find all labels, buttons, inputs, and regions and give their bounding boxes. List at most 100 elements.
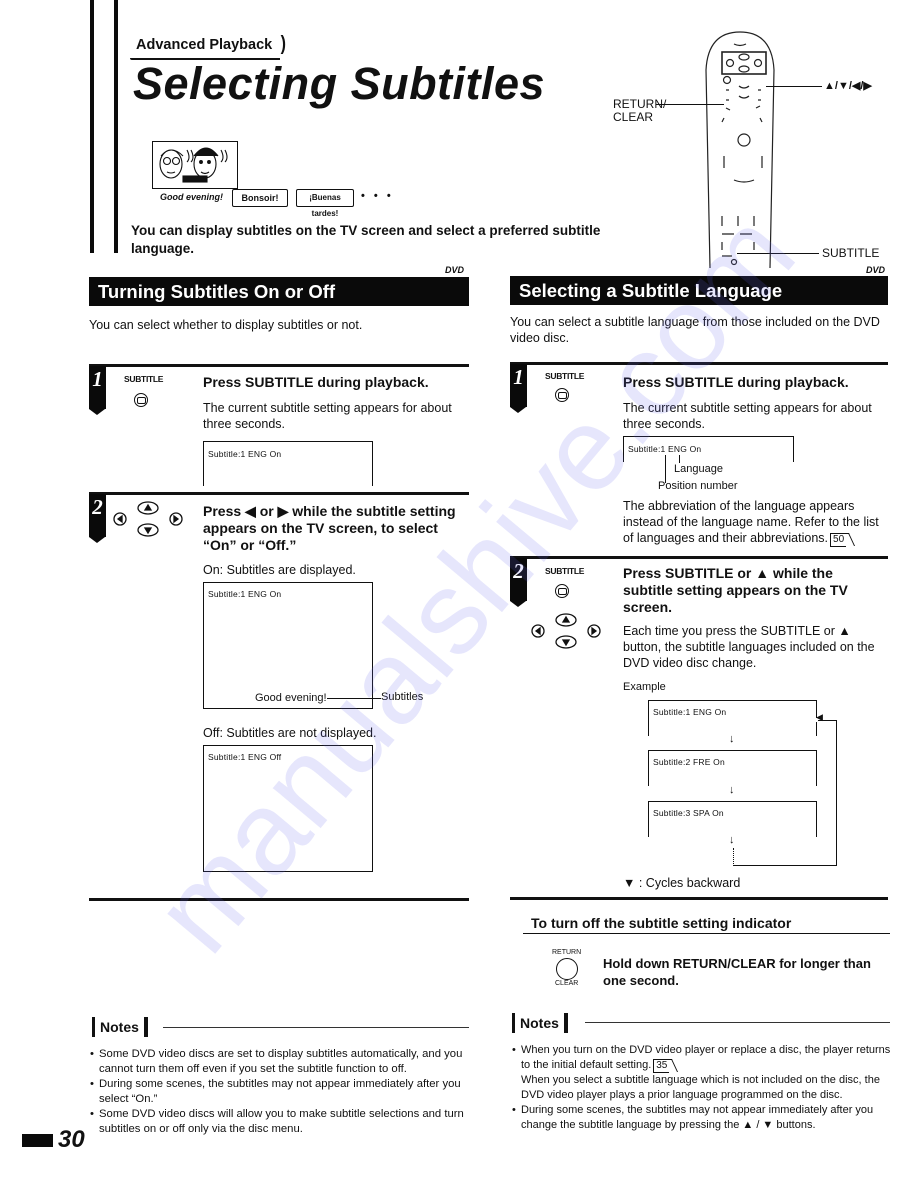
subtitle-bubble-english: Good evening! xyxy=(160,192,223,202)
osd-text: Subtitle:1 ENG On xyxy=(208,589,282,599)
step-heading: Press SUBTITLE during playback. xyxy=(623,374,849,390)
step-body: The current subtitle setting appears for… xyxy=(623,401,872,431)
subtitle-callout-line xyxy=(737,253,819,255)
step-heading: Press SUBTITLE or ▲ while the subtitle s… xyxy=(623,565,848,615)
subtitle-bubble-french: Bonsoir! xyxy=(232,189,288,207)
people-drawing xyxy=(159,147,228,183)
tv-screen-off: Subtitle:1 ENG Off xyxy=(203,745,373,872)
language-callout-line xyxy=(679,455,680,463)
indicator-heading: To turn off the subtitle setting indicat… xyxy=(531,915,792,931)
example-label: Example xyxy=(623,681,666,693)
notes-list: Some DVD video discs are set to display … xyxy=(90,1047,470,1137)
page-number-bar xyxy=(22,1134,53,1147)
page-number: 30 xyxy=(58,1126,85,1153)
tv-screen-display: Subtitle:1 ENG On xyxy=(623,436,794,462)
section-intro-right: You can select a subtitle language from … xyxy=(510,315,880,345)
step-number-badge: 1 xyxy=(510,364,527,413)
page-title: Selecting Subtitles xyxy=(133,58,546,109)
intro-text: You can display subtitles on the TV scre… xyxy=(131,223,601,256)
notes-list: When you turn on the DVD video player or… xyxy=(512,1043,896,1133)
cycle-loop-line xyxy=(733,720,837,866)
page-reference[interactable]: 35 xyxy=(653,1059,670,1073)
note-item: Some DVD video discs will allow you to m… xyxy=(90,1107,470,1137)
return-button-label-bottom: CLEAR xyxy=(555,980,579,987)
note-item: During some scenes, the subtitles may no… xyxy=(512,1103,896,1133)
note-item: Some DVD video discs are set to display … xyxy=(90,1047,470,1077)
notes-rule xyxy=(585,1022,890,1024)
section-intro-left: You can select whether to display subtit… xyxy=(89,318,363,332)
subtitle-button-icon xyxy=(555,388,569,402)
osd-text: Subtitle:1 ENG On xyxy=(208,449,282,459)
subtitle-callout-label: SUBTITLE xyxy=(822,246,880,260)
subtitles-callout-label: Subtitles xyxy=(381,691,424,703)
remote-control-illustration xyxy=(700,30,780,270)
tv-scene-illustration xyxy=(152,141,238,189)
indicator-heading-rule xyxy=(523,933,890,935)
on-caption: On: Subtitles are displayed. xyxy=(203,563,356,577)
step-number-badge: 2 xyxy=(510,558,527,607)
step-explanation: The abbreviation of the language appears… xyxy=(623,498,891,547)
note-item: When you turn on the DVD video player or… xyxy=(512,1043,896,1103)
dpad-icon xyxy=(112,500,184,538)
dvd-badge-left: DVD xyxy=(445,265,465,275)
osd-text: Subtitle:1 ENG Off xyxy=(208,752,282,762)
page-reference[interactable]: 50 xyxy=(830,533,847,547)
return-label-line2: CLEAR xyxy=(613,110,654,124)
step-body: The current subtitle setting appears for… xyxy=(203,401,452,431)
notes-label: Notes xyxy=(512,1013,568,1033)
arrows-callout-line xyxy=(766,86,822,88)
step-body: Each time you press the SUBTITLE or ▲ bu… xyxy=(623,624,875,670)
margin-bar-outer xyxy=(90,0,94,253)
position-callout-label: Position number xyxy=(658,480,738,492)
ellipsis: • • • xyxy=(361,190,394,202)
indicator-instruction: Hold down RETURN/CLEAR for longer than o… xyxy=(603,956,871,988)
section-end-divider xyxy=(510,897,888,900)
subtitle-button-label: SUBTITLE xyxy=(545,371,585,381)
subtitles-callout-line xyxy=(327,698,381,700)
osd-text: Subtitle:1 ENG On xyxy=(628,444,702,454)
step-divider xyxy=(89,364,469,367)
dpad-icon xyxy=(530,612,602,650)
notes-label: Notes xyxy=(92,1017,148,1037)
subtitle-button-label: SUBTITLE xyxy=(545,566,585,576)
osd-text: Subtitle:2 FRE On xyxy=(653,757,725,767)
subtitle-bubble-spanish: ¡Buenas tardes! xyxy=(296,189,354,218)
osd-text: Subtitle:1 ENG On xyxy=(653,707,727,717)
subtitle-button-icon xyxy=(134,393,148,407)
tv-screen-on: Subtitle:1 ENG On Good evening! xyxy=(203,582,373,709)
step-number-badge: 2 xyxy=(89,494,106,543)
section-end-divider xyxy=(89,898,469,901)
return-clear-button-icon xyxy=(556,958,578,980)
step-number-badge: 1 xyxy=(89,366,106,415)
margin-bar-inner xyxy=(114,0,118,253)
cycle-dotted-line xyxy=(733,848,734,866)
osd-text: Subtitle:3 SPA On xyxy=(653,808,724,818)
return-clear-callout-label: RETURN/ CLEAR xyxy=(613,98,666,124)
subtitle-button-label: SUBTITLE xyxy=(124,374,164,384)
breadcrumb: Advanced Playback xyxy=(136,37,273,53)
subtitle-button-icon xyxy=(555,584,569,598)
loop-arrowhead-icon: ◀ xyxy=(816,712,823,722)
note-item: During some scenes, the subtitles may no… xyxy=(90,1077,470,1107)
step-divider xyxy=(510,362,888,365)
position-callout-line xyxy=(665,455,667,483)
breadcrumb-tab-edge: ) xyxy=(280,33,287,55)
step-heading: Press SUBTITLE during playback. xyxy=(203,374,429,390)
note-text: When you turn on the DVD video player or… xyxy=(521,1044,891,1071)
cycle-loop-mask xyxy=(733,718,818,722)
cycle-backward-note: ▼ : Cycles backward xyxy=(623,876,741,890)
section-title-right: Selecting a Subtitle Language xyxy=(510,276,888,305)
notes-rule xyxy=(163,1027,469,1029)
tv-screen-display: Subtitle:1 ENG On xyxy=(203,441,373,486)
arrows-callout-label: ▲/▼/◀/▶ xyxy=(824,80,872,92)
sample-subtitle: Good evening! xyxy=(255,692,327,704)
step-heading: Press ◀ or ▶ while the subtitle setting … xyxy=(203,503,456,553)
section-title-left: Turning Subtitles On or Off xyxy=(89,277,469,306)
language-callout-label: Language xyxy=(674,463,723,475)
step-divider xyxy=(510,556,888,559)
step-divider xyxy=(89,492,469,495)
note-text-extra: When you select a subtitle language whic… xyxy=(521,1074,880,1101)
off-caption: Off: Subtitles are not displayed. xyxy=(203,726,377,740)
dvd-badge-right: DVD xyxy=(866,265,886,275)
return-button-label-top: RETURN xyxy=(552,949,582,956)
